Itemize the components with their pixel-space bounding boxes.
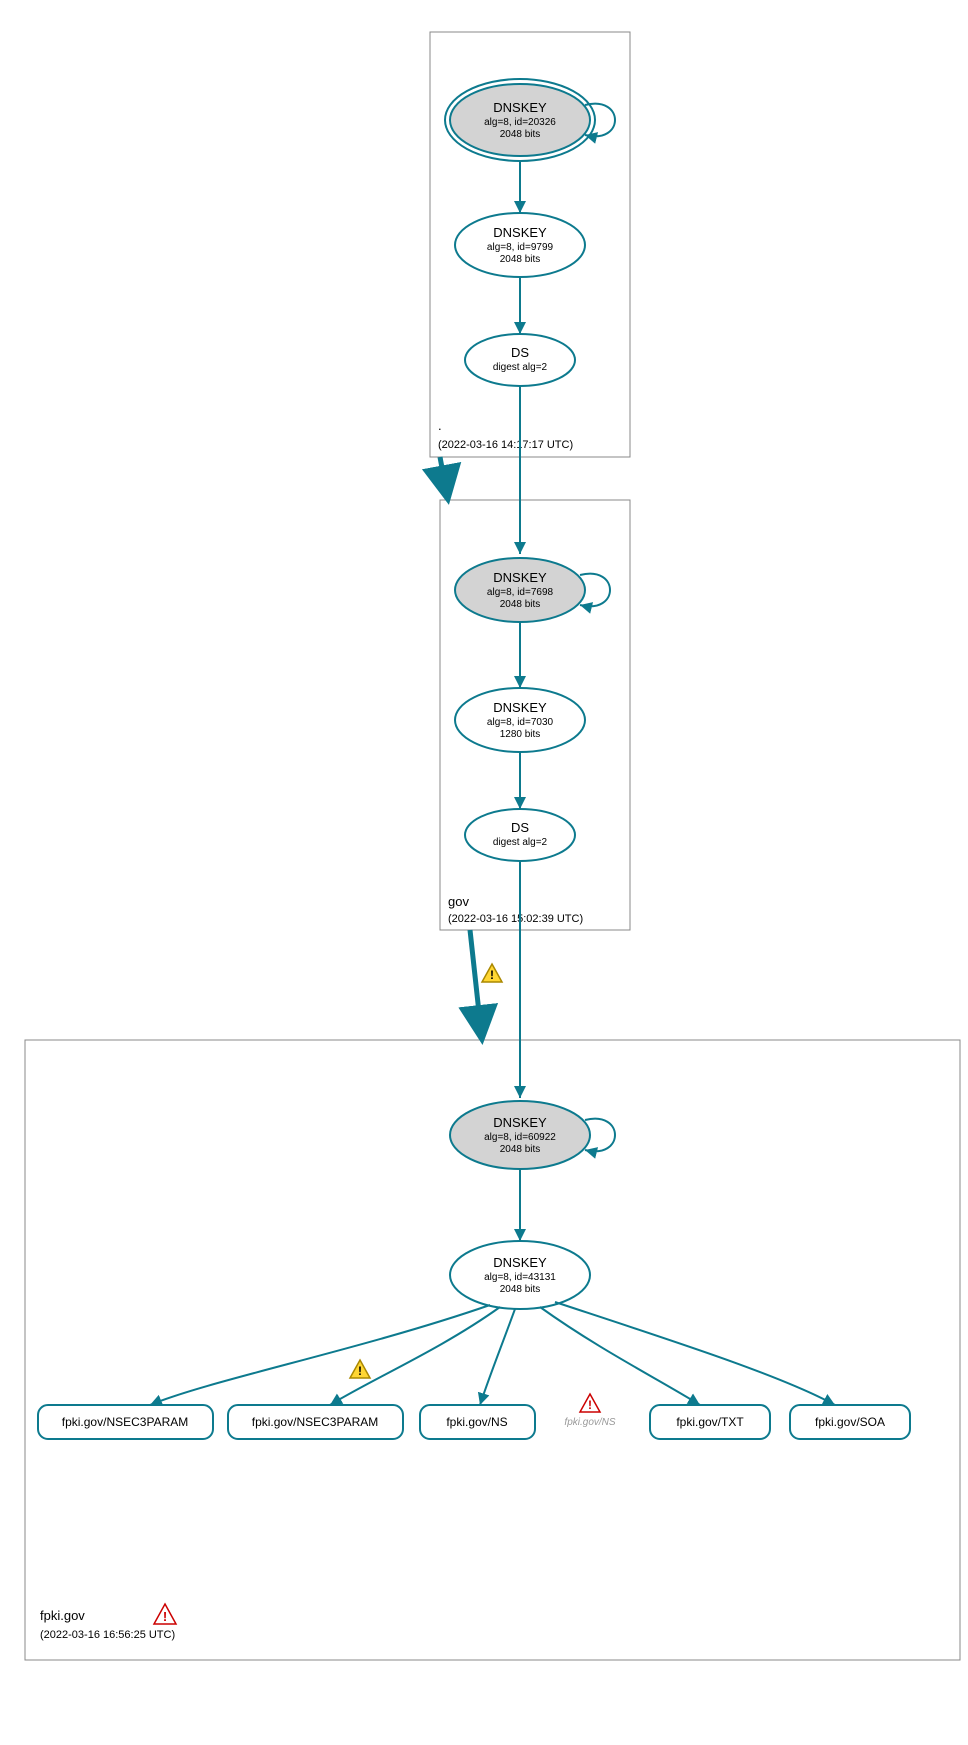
svg-text:2048 bits: 2048 bits <box>500 599 541 610</box>
root-ds <box>465 334 575 386</box>
deleg-gov-fpki <box>470 930 482 1040</box>
svg-text:alg=8, id=20326: alg=8, id=20326 <box>484 117 556 128</box>
svg-text:alg=8, id=60922: alg=8, id=60922 <box>484 1132 556 1143</box>
deleg-root-gov <box>440 457 448 500</box>
svg-text:DNSKEY: DNSKEY <box>493 570 547 585</box>
svg-text:alg=8, id=9799: alg=8, id=9799 <box>487 242 554 253</box>
svg-text:DS: DS <box>511 345 529 360</box>
svg-text:2048 bits: 2048 bits <box>500 1144 541 1155</box>
svg-text:fpki.gov/NSEC3PARAM: fpki.gov/NSEC3PARAM <box>62 1415 189 1429</box>
svg-text:digest alg=2: digest alg=2 <box>493 837 548 848</box>
svg-text:DNSKEY: DNSKEY <box>493 100 547 115</box>
svg-text:2048 bits: 2048 bits <box>500 1284 541 1295</box>
svg-text:DNSKEY: DNSKEY <box>493 1255 547 1270</box>
svg-text:alg=8, id=7698: alg=8, id=7698 <box>487 587 554 598</box>
zone-gov-time: (2022-03-16 15:02:39 UTC) <box>448 913 583 925</box>
warning-icon: ! <box>482 964 502 982</box>
svg-text:!: ! <box>163 1609 167 1624</box>
svg-text:fpki.gov/NSEC3PARAM: fpki.gov/NSEC3PARAM <box>252 1415 379 1429</box>
zone-root-time: (2022-03-16 14:17:17 UTC) <box>438 439 573 451</box>
svg-text:2048 bits: 2048 bits <box>500 254 541 265</box>
zone-root-label: . <box>438 418 442 433</box>
svg-text:alg=8, id=7030: alg=8, id=7030 <box>487 717 554 728</box>
record-ns-insecure: fpki.gov/NS <box>564 1417 615 1428</box>
svg-text:alg=8, id=43131: alg=8, id=43131 <box>484 1272 556 1283</box>
svg-text:!: ! <box>358 1364 362 1378</box>
gov-ds <box>465 809 575 861</box>
zone-gov-label: gov <box>448 894 469 909</box>
error-icon: ! <box>154 1604 176 1624</box>
svg-text:fpki.gov/NS: fpki.gov/NS <box>446 1415 507 1429</box>
svg-text:DNSKEY: DNSKEY <box>493 1115 547 1130</box>
svg-text:fpki.gov/SOA: fpki.gov/SOA <box>815 1415 885 1429</box>
error-icon: ! <box>580 1394 600 1412</box>
svg-text:2048 bits: 2048 bits <box>500 129 541 140</box>
dnssec-graph: . (2022-03-16 14:17:17 UTC) DNSKEY alg=8… <box>10 10 968 1735</box>
zone-fpki-time: (2022-03-16 16:56:25 UTC) <box>40 1629 175 1641</box>
warning-icon: ! <box>350 1360 370 1378</box>
svg-text:fpki.gov/TXT: fpki.gov/TXT <box>676 1415 744 1429</box>
svg-text:!: ! <box>588 1398 592 1412</box>
svg-text:DNSKEY: DNSKEY <box>493 700 547 715</box>
zone-fpki-label: fpki.gov <box>40 1608 85 1623</box>
svg-text:DS: DS <box>511 820 529 835</box>
svg-text:digest alg=2: digest alg=2 <box>493 362 548 373</box>
svg-text:1280 bits: 1280 bits <box>500 729 541 740</box>
svg-text:DNSKEY: DNSKEY <box>493 225 547 240</box>
svg-text:!: ! <box>490 968 494 982</box>
